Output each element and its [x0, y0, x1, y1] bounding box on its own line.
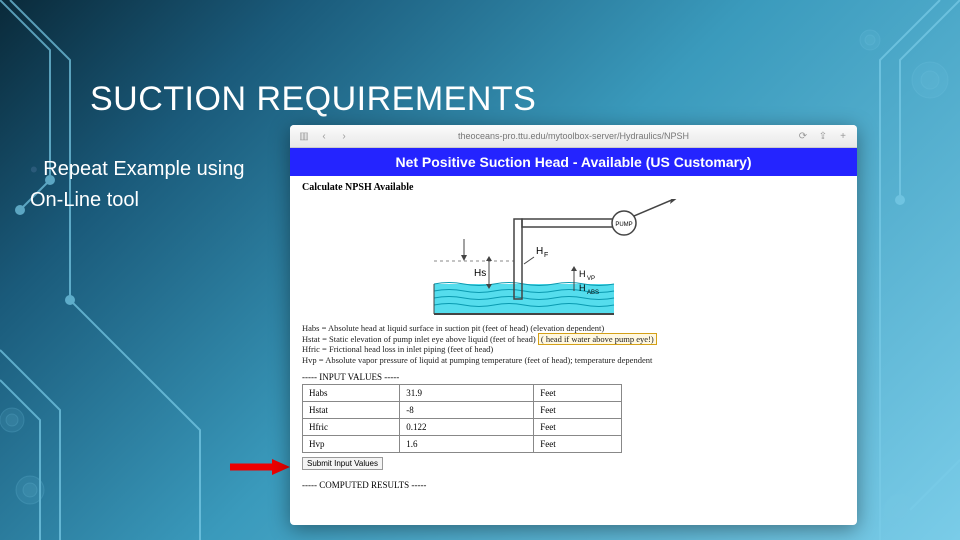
- input-value[interactable]: 31.9: [400, 384, 534, 401]
- input-name: Hstat: [303, 401, 400, 418]
- input-name: Hfric: [303, 418, 400, 435]
- reload-button[interactable]: ⟳: [797, 131, 809, 142]
- definitions-block: Habs = Absolute head at liquid surface i…: [302, 323, 845, 366]
- page-content: Net Positive Suction Head - Available (U…: [290, 148, 857, 490]
- input-unit: Feet: [534, 401, 622, 418]
- def-line: Hstat = Static elevation of pump inlet e…: [302, 334, 845, 345]
- new-tab-button[interactable]: +: [837, 131, 849, 142]
- input-unit: Feet: [534, 384, 622, 401]
- browser-window: ▥ ‹ › theoceans-pro.ttu.edu/mytoolbox-se…: [290, 125, 857, 525]
- npsh-diagram: PUMP Hs HF HVP HABS: [424, 199, 724, 319]
- input-value[interactable]: -8: [400, 401, 534, 418]
- browser-toolbar: ▥ ‹ › theoceans-pro.ttu.edu/mytoolbox-se…: [290, 125, 857, 148]
- input-name: Habs: [303, 384, 400, 401]
- def-line: Hfric = Frictional head loss in inlet pi…: [302, 344, 845, 355]
- slide: SUCTION REQUIREMENTS • Repeat Example us…: [0, 0, 960, 540]
- bullet-text: Repeat Example using On-Line tool: [30, 158, 245, 211]
- sidebar-icon[interactable]: ▥: [298, 131, 310, 142]
- url-field[interactable]: theoceans-pro.ttu.edu/mytoolbox-server/H…: [358, 131, 789, 141]
- hs-label: Hs: [474, 268, 486, 279]
- bullet-item: • Repeat Example using On-Line tool: [30, 155, 280, 214]
- svg-text:F: F: [544, 252, 548, 259]
- share-button[interactable]: ⇪: [817, 131, 829, 142]
- input-value[interactable]: 1.6: [400, 435, 534, 452]
- slide-title: SUCTION REQUIREMENTS: [90, 80, 536, 119]
- table-row: Hvp1.6Feet: [303, 435, 622, 452]
- svg-text:VP: VP: [587, 276, 595, 282]
- hf-label: H: [536, 246, 543, 257]
- input-value[interactable]: 0.122: [400, 418, 534, 435]
- hvp-label: H: [579, 269, 586, 279]
- def-line: Hvp = Absolute vapor pressure of liquid …: [302, 355, 845, 366]
- habs-label: H: [579, 283, 586, 293]
- page-banner: Net Positive Suction Head - Available (U…: [290, 148, 857, 176]
- page-subtitle: Calculate NPSH Available: [302, 182, 845, 193]
- bullet-marker: •: [30, 157, 38, 182]
- forward-button[interactable]: ›: [338, 131, 350, 142]
- results-section-header: ----- COMPUTED RESULTS -----: [302, 480, 845, 490]
- table-row: Hstat-8Feet: [303, 401, 622, 418]
- pump-label: PUMP: [615, 222, 632, 228]
- svg-text:ABS: ABS: [587, 290, 599, 296]
- input-name: Hvp: [303, 435, 400, 452]
- submit-button[interactable]: Submit Input Values: [302, 457, 383, 470]
- input-table: Habs31.9Feet Hstat-8Feet Hfric0.122Feet …: [302, 384, 622, 453]
- input-unit: Feet: [534, 418, 622, 435]
- input-section-header: ----- INPUT VALUES -----: [302, 372, 845, 382]
- callout-arrow: [230, 457, 290, 477]
- input-unit: Feet: [534, 435, 622, 452]
- back-button[interactable]: ‹: [318, 131, 330, 142]
- table-row: Hfric0.122Feet: [303, 418, 622, 435]
- table-row: Habs31.9Feet: [303, 384, 622, 401]
